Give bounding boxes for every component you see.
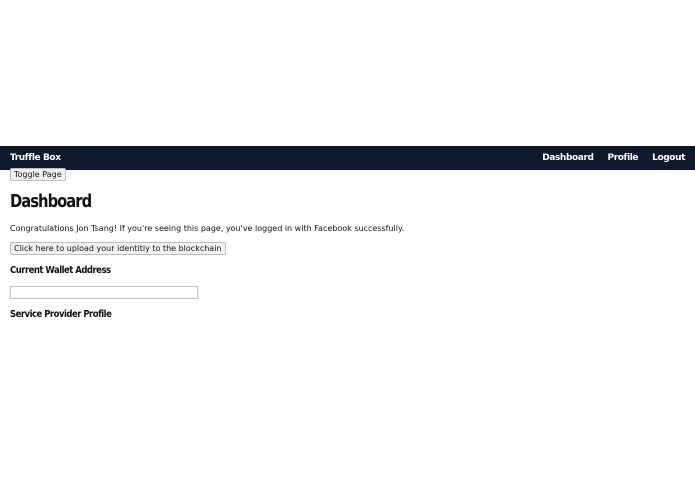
- nav-links: Dashboard Profile Logout: [542, 153, 685, 163]
- wallet-address-heading: Current Wallet Address: [10, 265, 111, 276]
- top-navbar: Truffle Box Dashboard Profile Logout: [0, 146, 695, 170]
- nav-dashboard-link[interactable]: Dashboard: [542, 153, 594, 163]
- toggle-page-button[interactable]: Toggle Page: [10, 168, 66, 181]
- upload-identity-button[interactable]: Click here to upload your identitiy to t…: [10, 242, 226, 255]
- service-provider-heading: Service Provider Profile: [10, 309, 112, 320]
- congratulations-message: Congratulations Jon Tsang! If you're see…: [10, 224, 405, 233]
- wallet-address-field[interactable]: [10, 286, 198, 299]
- brand-link[interactable]: Truffle Box: [10, 153, 61, 163]
- page-title: Dashboard: [10, 191, 92, 212]
- nav-logout-link[interactable]: Logout: [652, 153, 685, 163]
- nav-profile-link[interactable]: Profile: [608, 153, 639, 163]
